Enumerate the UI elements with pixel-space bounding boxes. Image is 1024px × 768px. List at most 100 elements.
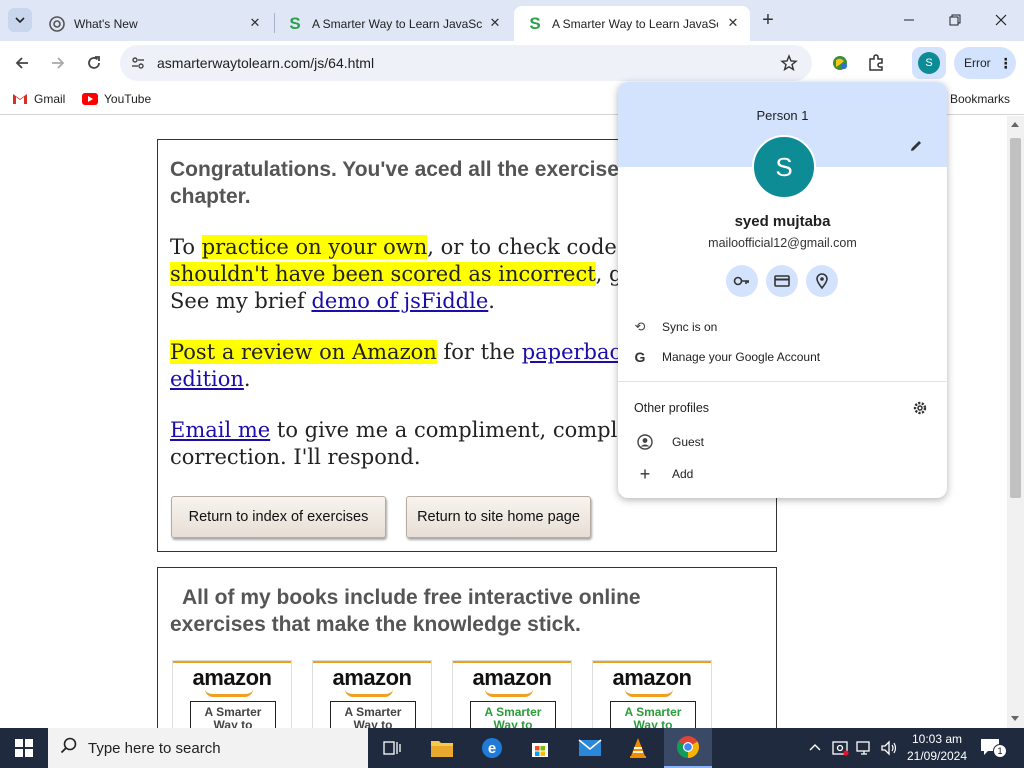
book-cover-title: A Smarter Way to <box>330 701 416 728</box>
book-cover-title: A Smarter Way to <box>610 701 696 728</box>
book-thumbnail[interactable]: amazon A Smarter Way to <box>592 660 712 728</box>
tab-title: A Smarter Way to Learn JavaScript <box>312 16 482 31</box>
close-icon[interactable]: ✕ <box>724 14 742 32</box>
url-text[interactable]: asmarterwaytolearn.com/js/64.html <box>157 55 374 71</box>
notification-center[interactable]: 1 <box>980 738 1008 758</box>
arrow-left-icon <box>15 57 28 69</box>
all-bookmarks[interactable]: Bookmarks <box>950 92 1010 106</box>
edge-icon[interactable]: e <box>468 728 516 768</box>
bookmark-youtube[interactable]: YouTube <box>82 92 151 106</box>
add-label: Add <box>672 467 694 481</box>
scroll-down-arrow[interactable] <box>1011 716 1019 721</box>
passwords-button[interactable] <box>726 265 758 297</box>
location-pin-icon <box>816 273 828 290</box>
tab-search-button[interactable] <box>8 8 32 32</box>
start-button[interactable] <box>0 728 48 768</box>
clock-date: 21/09/2024 <box>906 749 968 763</box>
minimize-icon <box>904 19 914 21</box>
manage-account-label: Manage your Google Account <box>662 350 821 364</box>
tab-smarter-way-2[interactable]: S A Smarter Way to Learn JavaScript ✕ <box>514 6 750 41</box>
email-me-link[interactable]: Email me <box>170 418 270 442</box>
taskbar-search-box[interactable]: Type here to search <box>48 728 368 768</box>
windows-taskbar: Type here to search e 10:03 am 21/09/202… <box>0 728 1024 768</box>
minimize-button[interactable] <box>886 0 932 40</box>
close-icon <box>995 14 1007 26</box>
volume-icon[interactable] <box>880 740 898 761</box>
close-window-button[interactable] <box>978 0 1024 40</box>
windows-logo-icon <box>15 739 33 757</box>
error-label: Error <box>964 56 991 70</box>
extension-globe-icon[interactable] <box>830 53 850 78</box>
clock[interactable]: 10:03 am 21/09/2024 <box>904 731 970 765</box>
close-icon[interactable]: ✕ <box>246 14 264 32</box>
return-to-home-button[interactable]: Return to site home page <box>406 496 591 538</box>
task-view-icon[interactable] <box>368 728 416 768</box>
extensions-icon[interactable] <box>866 53 886 78</box>
tab-whats-new[interactable]: What's New ✕ <box>36 6 272 41</box>
file-explorer-icon[interactable] <box>418 728 466 768</box>
notification-count: 1 <box>993 744 1007 758</box>
reload-button[interactable] <box>80 49 108 77</box>
bookmark-label: Gmail <box>34 92 66 106</box>
scrollbar-thumb[interactable] <box>1010 138 1021 498</box>
credit-card-icon <box>774 275 790 287</box>
restore-button[interactable] <box>932 0 978 40</box>
back-button[interactable] <box>8 49 36 77</box>
amazon-logo: amazon <box>192 665 272 690</box>
add-profile-row[interactable]: + Add <box>618 459 947 489</box>
new-tab-button[interactable]: + <box>756 8 780 32</box>
tab-title: A Smarter Way to Learn JavaScript <box>552 16 718 31</box>
book-thumbnail[interactable]: amazon A Smarter Way to <box>172 660 292 728</box>
return-to-index-button[interactable]: Return to index of exercises <box>171 496 386 538</box>
mail-icon[interactable] <box>566 728 614 768</box>
close-icon[interactable]: ✕ <box>486 14 504 32</box>
profile-avatar: S <box>752 135 816 199</box>
profile-button[interactable]: S <box>912 47 946 79</box>
manage-account-row[interactable]: G Manage your Google Account <box>618 342 947 372</box>
page-scrollbar[interactable] <box>1007 116 1024 728</box>
search-placeholder: Type here to search <box>88 739 221 757</box>
book-cover-title: A Smarter Way to <box>470 701 556 728</box>
book-thumbnail[interactable]: amazon A Smarter Way to <box>452 660 572 728</box>
divider <box>618 381 947 382</box>
gear-icon[interactable] <box>912 400 928 421</box>
search-icon <box>60 737 78 760</box>
microsoft-store-icon[interactable] <box>516 728 564 768</box>
chrome-taskbar-icon[interactable] <box>664 728 712 768</box>
bookmark-gmail[interactable]: Gmail <box>12 92 65 106</box>
security-tray-icon[interactable] <box>832 740 850 761</box>
sync-row[interactable]: ⟲ Sync is on <box>618 312 947 342</box>
reload-icon <box>88 56 100 69</box>
show-hidden-icons[interactable] <box>808 741 822 755</box>
guest-avatar-icon <box>618 434 672 450</box>
svg-text:e: e <box>488 740 496 757</box>
address-bar[interactable]: asmarterwaytolearn.com/js/64.html <box>120 45 812 81</box>
chevron-down-icon <box>15 17 25 24</box>
books-heading: All of my books include free interactive… <box>170 586 641 636</box>
site-s-icon: S <box>529 13 541 33</box>
profile-name: syed mujtaba <box>734 213 831 230</box>
jsfiddle-demo-link[interactable]: demo of jsFiddle <box>311 289 488 313</box>
site-s-icon: S <box>289 13 301 33</box>
guest-label: Guest <box>672 435 705 449</box>
payment-methods-button[interactable] <box>766 265 798 297</box>
site-info-icon[interactable] <box>130 55 146 76</box>
sync-icon: ⟲ <box>634 319 646 334</box>
edit-pencil-icon[interactable] <box>908 138 924 159</box>
key-icon <box>733 276 749 286</box>
books-box: All of my books include free interactive… <box>157 567 777 728</box>
network-icon[interactable] <box>856 740 874 761</box>
arrow-right-icon <box>52 57 65 69</box>
tab-smarter-way-1[interactable]: S A Smarter Way to Learn JavaScript ✕ <box>274 6 512 41</box>
guest-profile-row[interactable]: Guest <box>618 427 947 457</box>
star-icon[interactable] <box>780 54 798 77</box>
forward-button[interactable] <box>44 49 72 77</box>
scroll-up-arrow[interactable] <box>1011 122 1019 127</box>
bookmark-label: Bookmarks <box>950 92 1011 106</box>
addresses-button[interactable] <box>806 265 838 297</box>
vlc-icon[interactable] <box>614 728 662 768</box>
book-thumbnail[interactable]: amazon A Smarter Way to <box>312 660 432 728</box>
tab-strip: What's New ✕ S A Smarter Way to Learn Ja… <box>0 0 1024 41</box>
error-menu-button[interactable]: Error ⋮ <box>954 47 1016 79</box>
gmail-icon <box>13 94 27 104</box>
